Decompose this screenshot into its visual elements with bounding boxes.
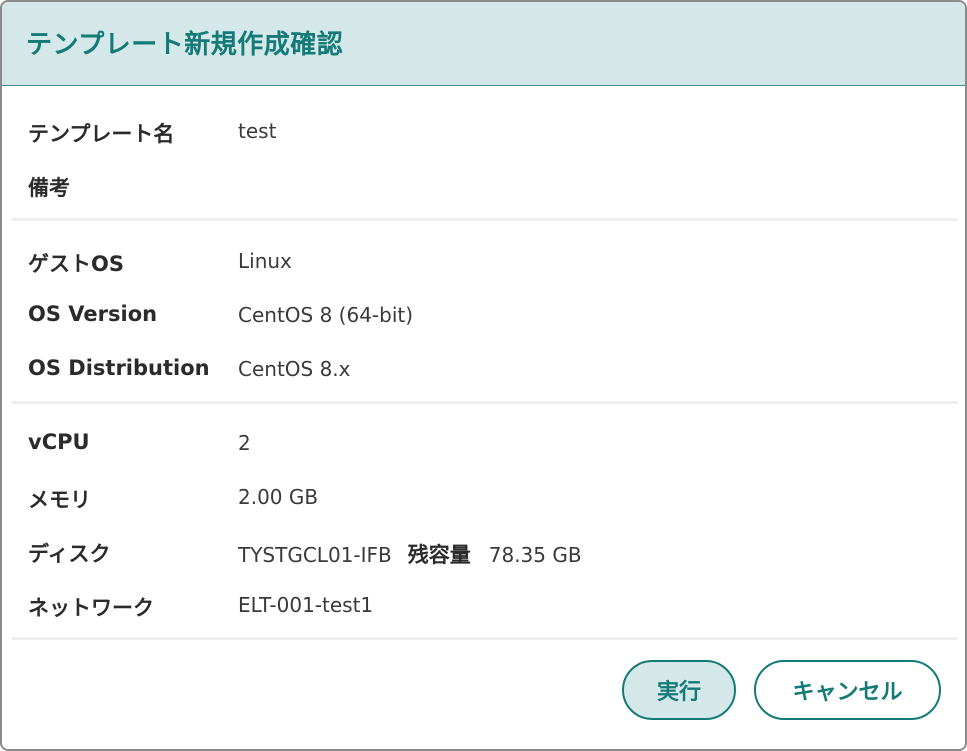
confirm-dialog: テンプレート新規作成確認 テンプレート名 test 備考 ゲストOS Linux… <box>0 0 967 751</box>
template-name-label: テンプレート名 <box>28 122 175 146</box>
disk-value: TYSTGCL01-IFB <box>238 543 392 567</box>
network-label: ネットワーク <box>28 596 154 620</box>
vcpu-value: 2 <box>238 431 251 455</box>
memory-value: 2.00 GB <box>238 485 319 509</box>
disk-info: TYSTGCL01-IFB 残容量 78.35 GB <box>238 539 582 569</box>
os-distribution-label: OS Distribution <box>28 356 210 380</box>
disk-remaining-label: 残容量 <box>407 543 471 567</box>
os-version-label: OS Version <box>28 302 158 326</box>
guest-os-label: ゲストOS <box>28 252 124 276</box>
vcpu-label: vCPU <box>28 430 90 454</box>
dialog-title: テンプレート新規作成確認 <box>26 30 344 60</box>
disk-label: ディスク <box>28 542 111 566</box>
disk-remaining-value: 78.35 GB <box>488 543 582 567</box>
section-divider <box>12 401 958 404</box>
execute-button[interactable]: 実行 <box>622 660 736 720</box>
dialog-header: テンプレート新規作成確認 <box>2 2 965 86</box>
section-divider <box>12 218 958 221</box>
memory-label: メモリ <box>28 488 91 512</box>
guest-os-value: Linux <box>238 249 292 273</box>
note-label: 備考 <box>28 176 70 200</box>
network-value: ELT-001-test1 <box>238 593 374 617</box>
os-distribution-value: CentOS 8.x <box>238 357 351 381</box>
cancel-button[interactable]: キャンセル <box>754 660 941 720</box>
os-version-value: CentOS 8 (64-bit) <box>238 303 414 327</box>
template-name-value: test <box>238 119 277 143</box>
section-divider <box>12 637 958 640</box>
